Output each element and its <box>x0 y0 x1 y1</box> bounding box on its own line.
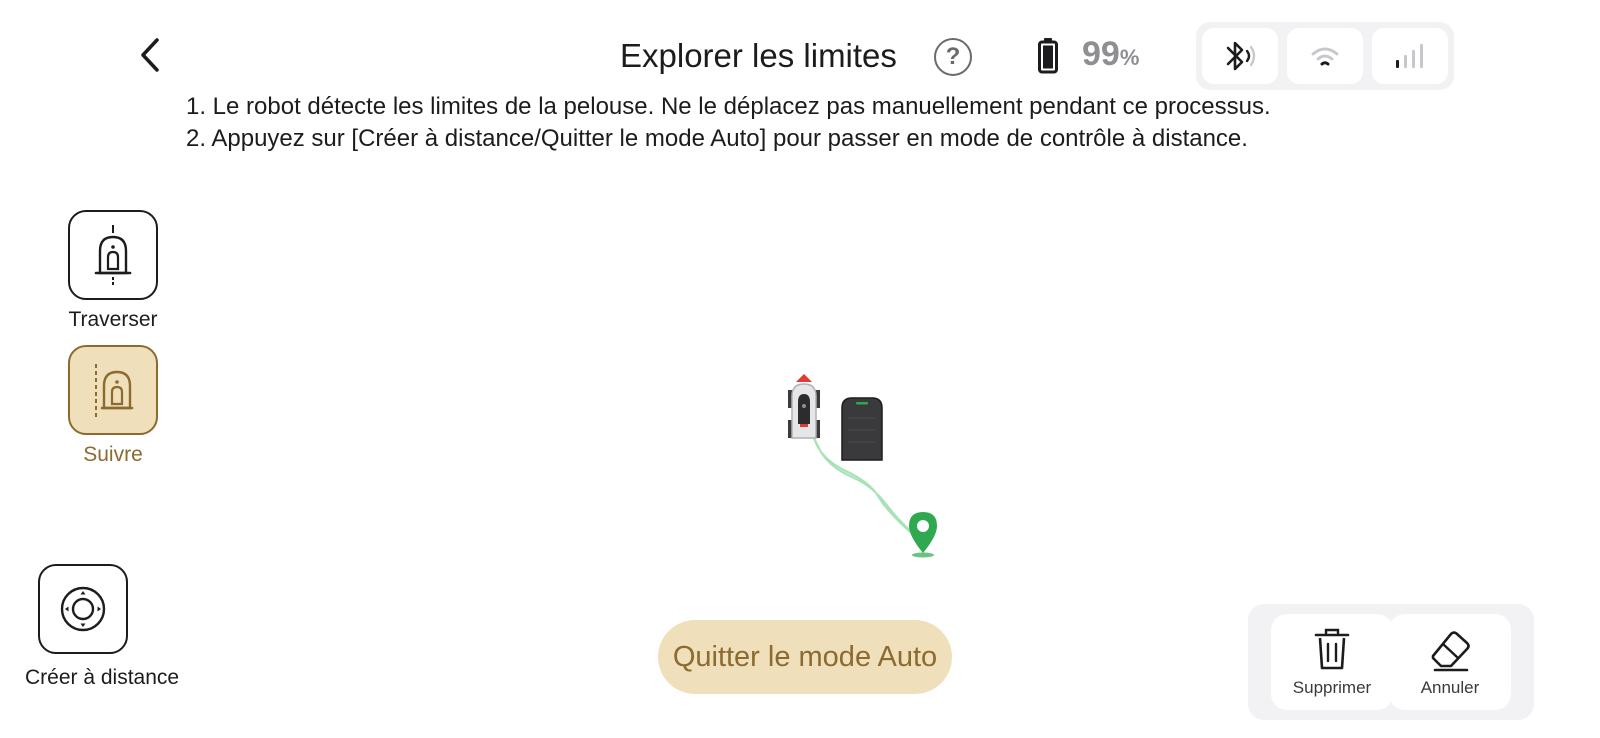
delete-label: Supprimer <box>1292 678 1372 697</box>
remote-joystick-icon <box>60 586 106 632</box>
trash-icon <box>1314 628 1350 670</box>
question-mark-icon: ? <box>945 43 961 70</box>
remote-create-label: Créer à distance <box>25 666 180 689</box>
remote-create-button[interactable] <box>38 564 128 654</box>
connection-status-group <box>1196 22 1454 90</box>
heading-arrow-icon <box>796 374 812 382</box>
battery-unit: % <box>1119 45 1140 70</box>
delete-button[interactable]: Supprimer <box>1271 614 1393 710</box>
bluetooth-icon <box>1226 41 1256 71</box>
follow-mode-button[interactable] <box>68 345 158 435</box>
cellular-signal-icon <box>1396 44 1423 68</box>
bluetooth-status[interactable] <box>1202 28 1278 84</box>
mower-follow-icon <box>95 364 134 418</box>
battery-icon <box>1038 38 1058 74</box>
robot-mower <box>788 374 820 439</box>
follow-mode-label: Suivre <box>83 443 143 466</box>
edit-actions-group: Supprimer Annuler <box>1248 604 1534 720</box>
location-pin-icon <box>909 512 937 558</box>
undo-label: Annuler <box>1420 678 1480 697</box>
mower-traverse-icon <box>94 225 132 285</box>
wifi-status[interactable] <box>1287 28 1363 84</box>
help-button[interactable]: ? <box>934 38 972 76</box>
wifi-icon <box>1311 47 1339 66</box>
battery-percentage: 99% <box>1082 35 1139 74</box>
traverse-mode-button[interactable] <box>68 210 158 300</box>
exit-auto-mode-button[interactable]: Quitter le mode Auto <box>658 620 952 694</box>
battery-value: 99 <box>1082 35 1120 73</box>
chevron-left-icon <box>141 38 159 72</box>
traverse-mode-label: Traverser <box>68 308 158 331</box>
instruction-line-1: 1. Le robot détecte les limites de la pe… <box>186 93 1271 120</box>
eraser-icon <box>1431 631 1470 672</box>
cellular-status[interactable] <box>1372 28 1448 84</box>
charging-station-icon <box>841 397 883 461</box>
map-canvas[interactable] <box>760 370 980 570</box>
undo-button[interactable]: Annuler <box>1389 614 1511 710</box>
back-button[interactable] <box>128 30 172 80</box>
instruction-line-2: 2. Appuyez sur [Créer à distance/Quitter… <box>186 125 1248 152</box>
page-title: Explorer les limites <box>620 37 897 74</box>
